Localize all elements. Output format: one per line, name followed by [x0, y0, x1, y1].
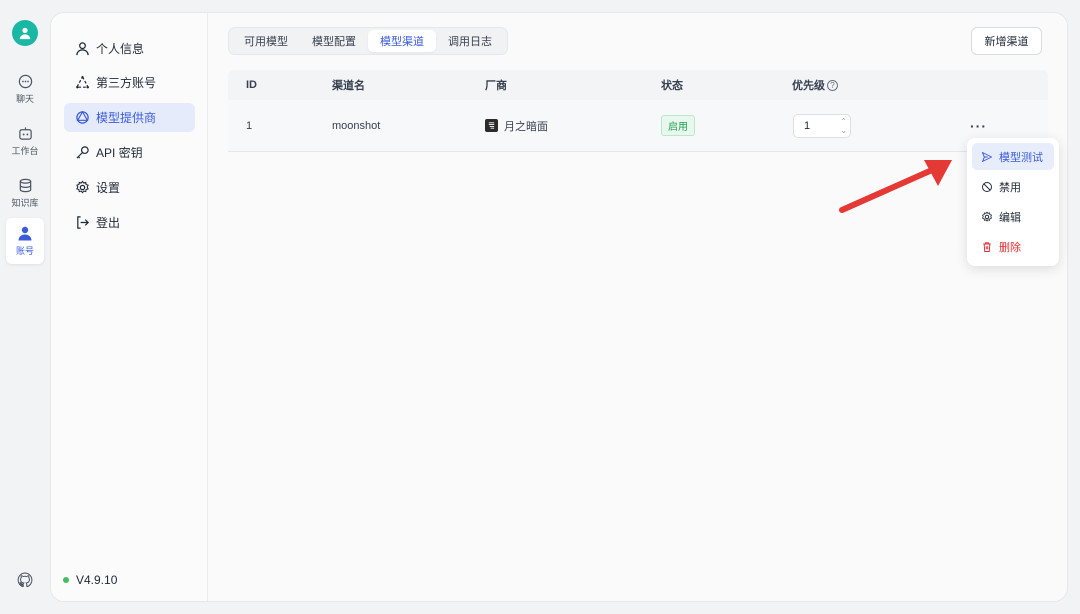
- user-outline-icon: [74, 41, 90, 57]
- content-area: 可用模型 模型配置 模型渠道 调用日志 新增渠道 ID 渠道名 厂商 状态 优先…: [209, 13, 1067, 601]
- cell-status: 启用: [661, 100, 695, 151]
- priority-stepper[interactable]: 1 ⌃ ⌄: [793, 113, 851, 138]
- database-icon: [19, 178, 31, 192]
- cell-id: 1: [246, 119, 253, 132]
- tab-bar: 可用模型 模型配置 模型渠道 调用日志: [228, 27, 508, 55]
- sidebar-item-label: 设置: [96, 181, 121, 195]
- sidebar-item-label: 登出: [96, 216, 121, 230]
- sidebar-item-settings[interactable]: 设置: [64, 173, 195, 202]
- row-actions-menu: 模型测试 禁用 编辑 删除: [967, 138, 1059, 266]
- chevron-up-icon[interactable]: ⌃: [840, 117, 847, 126]
- cell-vendor: 月之暗面: [485, 100, 548, 151]
- cell-priority: 1 ⌃ ⌄: [793, 100, 851, 151]
- menu-item-label: 编辑: [999, 211, 1021, 224]
- sidebar-item-label: API 密钥: [96, 146, 143, 160]
- menu-item-disable[interactable]: 禁用: [972, 173, 1054, 200]
- account-sidebar: 个人信息 第三方账号 模型提供商 API 密钥 设置 登出 V4.9.10: [51, 13, 208, 601]
- sidebar-item-model-provider[interactable]: 模型提供商: [64, 103, 195, 132]
- chevron-down-icon[interactable]: ⌄: [840, 126, 847, 135]
- gear-icon: [74, 180, 90, 196]
- version-indicator: V4.9.10: [63, 573, 117, 587]
- rail-item-chat[interactable]: 聊天: [6, 66, 44, 112]
- stepper-arrows: ⌃ ⌄: [840, 117, 847, 135]
- header-status: 状态: [661, 80, 683, 92]
- vendor-name: 月之暗面: [504, 120, 548, 133]
- tab-available-models[interactable]: 可用模型: [232, 30, 300, 52]
- status-badge: 启用: [661, 115, 695, 136]
- sidebar-item-label: 个人信息: [96, 42, 145, 56]
- moonshot-logo-icon: [485, 119, 498, 132]
- menu-item-label: 删除: [999, 241, 1021, 254]
- status-dot: [63, 577, 69, 583]
- menu-item-model-test[interactable]: 模型测试: [972, 143, 1054, 170]
- sidebar-item-third-party[interactable]: 第三方账号: [64, 68, 195, 97]
- logout-icon: [74, 215, 90, 231]
- provider-icon: [74, 110, 90, 126]
- tab-call-logs[interactable]: 调用日志: [436, 30, 504, 52]
- rail-item-label: 知识库: [11, 197, 39, 208]
- key-icon: [74, 145, 90, 161]
- github-link[interactable]: [17, 572, 33, 593]
- more-options-button[interactable]: ···: [970, 118, 987, 134]
- rail-item-label: 工作台: [11, 145, 39, 156]
- main-panel: 个人信息 第三方账号 模型提供商 API 密钥 设置 登出 V4.9.10 可用…: [50, 12, 1068, 602]
- ban-icon: [980, 180, 994, 194]
- tab-model-channels[interactable]: 模型渠道: [368, 30, 436, 52]
- rail-item-account[interactable]: 账号: [6, 218, 44, 264]
- rail-item-label: 账号: [15, 246, 34, 256]
- help-icon[interactable]: ?: [827, 79, 838, 91]
- user-avatar-icon: [19, 27, 31, 40]
- add-channel-button[interactable]: 新增渠道: [971, 27, 1042, 55]
- table-row: 1 moonshot 月之暗面 启用 1 ⌃ ⌄ ···: [228, 100, 1048, 152]
- sidebar-item-api-key[interactable]: API 密钥: [64, 138, 195, 167]
- sidebar-item-logout[interactable]: 登出: [64, 208, 195, 237]
- trash-icon: [980, 240, 994, 254]
- chat-icon: [18, 74, 32, 88]
- rail-item-knowledge[interactable]: 知识库: [6, 170, 44, 216]
- menu-item-edit[interactable]: 编辑: [972, 203, 1054, 230]
- robot-icon: [18, 126, 32, 140]
- send-icon: [980, 150, 994, 164]
- priority-value: 1: [804, 119, 811, 132]
- sidebar-item-label: 模型提供商: [96, 111, 157, 125]
- github-icon: [17, 572, 33, 588]
- sidebar-item-profile[interactable]: 个人信息: [64, 34, 195, 63]
- header-priority-label: 优先级: [792, 80, 825, 92]
- sidebar-item-label: 第三方账号: [96, 76, 157, 90]
- header-channel-name: 渠道名: [332, 80, 365, 92]
- channel-table: ID 渠道名 厂商 状态 优先级 ? 1 moonshot 月之暗面 启用 1 …: [228, 70, 1048, 152]
- tab-model-config[interactable]: 模型配置: [300, 30, 368, 52]
- triangle-nodes-icon: [74, 75, 90, 91]
- gear-icon: [980, 210, 994, 224]
- rail-item-label: 聊天: [15, 93, 34, 104]
- avatar[interactable]: [12, 20, 38, 46]
- rail-item-workbench[interactable]: 工作台: [6, 118, 44, 164]
- header-priority: 优先级 ?: [792, 70, 838, 100]
- user-icon: [18, 226, 32, 241]
- cell-channel-name: moonshot: [332, 119, 381, 132]
- header-vendor: 厂商: [485, 80, 507, 92]
- app-rail: 聊天 工作台 知识库 账号: [0, 0, 50, 614]
- menu-item-label: 禁用: [999, 181, 1021, 194]
- table-header: ID 渠道名 厂商 状态 优先级 ?: [228, 70, 1048, 100]
- version-label: V4.9.10: [76, 573, 118, 587]
- header-id: ID: [246, 79, 257, 91]
- menu-item-label: 模型测试: [999, 151, 1043, 164]
- menu-item-delete[interactable]: 删除: [972, 233, 1054, 260]
